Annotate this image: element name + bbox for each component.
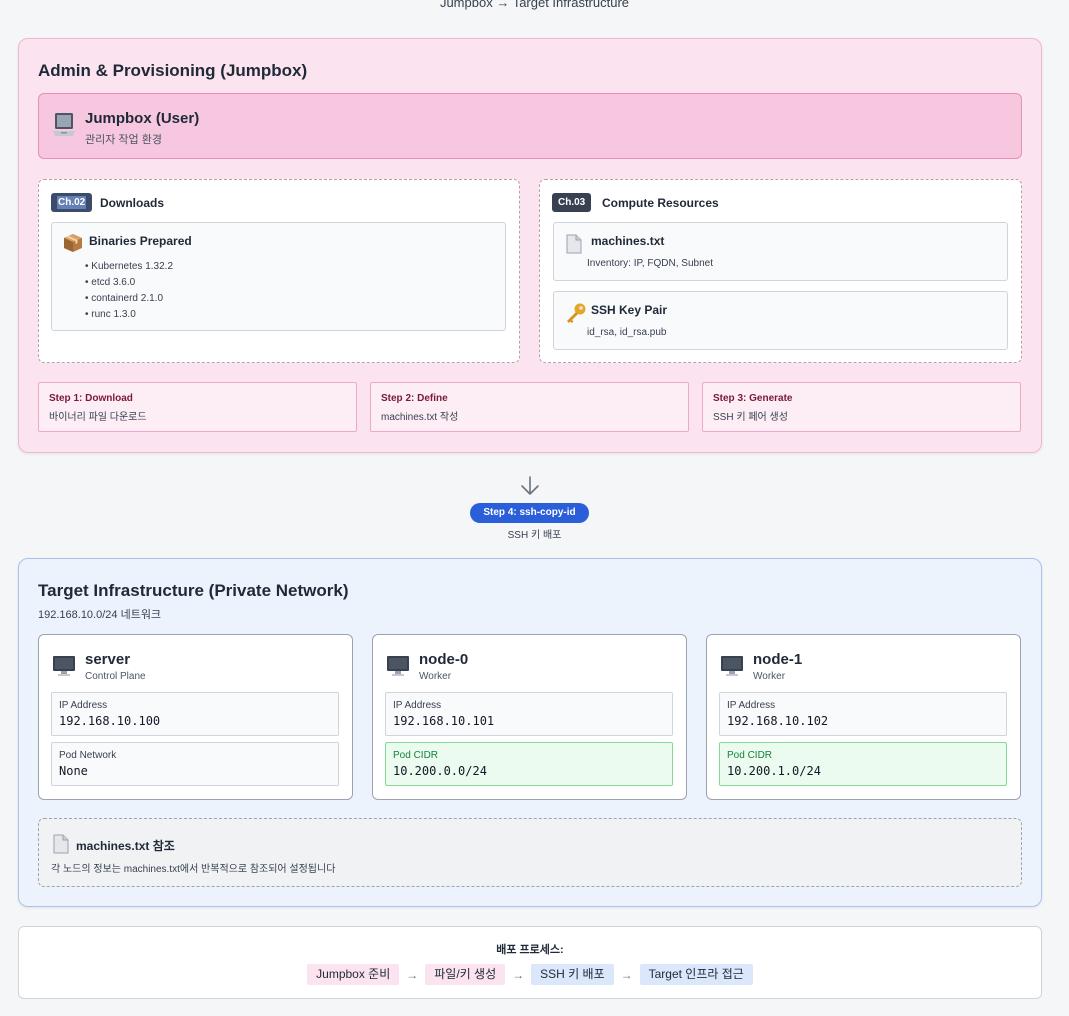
node-card-node-1: node-1 Worker IP Address 192.168.10.102 …: [706, 634, 1021, 800]
key-icon: [565, 302, 587, 329]
step-title: Step 2: Define: [381, 393, 448, 404]
list-item: Kubernetes 1.32.2: [85, 261, 173, 277]
step-subtitle: 바이너리 파일 다운로드: [49, 412, 147, 423]
jumpbox-title: Jumpbox (User): [85, 110, 200, 127]
step-generate: Step 3: Generate SSH 키 페어 생성: [702, 382, 1021, 432]
machines-reference-note: machines.txt 참조 각 노드의 정보는 machines.txt에서…: [38, 818, 1022, 887]
ssh-key-title: SSH Key Pair: [591, 303, 668, 317]
ip-address-field: IP Address 192.168.10.102: [719, 692, 1007, 736]
process-step-chip: 파일/키 생성: [425, 964, 506, 985]
ssh-key-subtitle: id_rsa, id_rsa.pub: [587, 327, 667, 338]
node-name: node-0: [419, 651, 469, 668]
list-item: containerd 2.1.0: [85, 293, 173, 309]
node-role: Control Plane: [85, 671, 146, 682]
compute-box: Ch.03 Compute Resources machines.txt Inv…: [539, 179, 1022, 363]
arrow-down-icon: [519, 475, 541, 502]
chapter-badge: Ch.03: [552, 193, 592, 212]
monitor-icon: [386, 655, 410, 682]
admin-section-title: Admin & Provisioning (Jumpbox): [38, 61, 308, 80]
binaries-card: Binaries Prepared Kubernetes 1.32.2 etcd…: [51, 222, 506, 331]
arrow-right-icon: →: [512, 967, 525, 982]
target-section-title: Target Infrastructure (Private Network): [38, 581, 349, 600]
ssh-copy-id-badge: Step 4: ssh-copy-id: [470, 503, 589, 523]
field-label: Pod Network: [59, 750, 117, 761]
step-title: Step 1: Download: [49, 393, 133, 404]
field-value: 10.200.1.0/24: [727, 764, 821, 778]
node-role: Worker: [753, 671, 786, 682]
binaries-title: Binaries Prepared: [89, 234, 192, 248]
step-subtitle: SSH 키 페어 생성: [713, 412, 788, 423]
document-icon: [565, 234, 583, 259]
process-step-chip: Jumpbox 준비: [307, 964, 400, 985]
field-value: 192.168.10.101: [393, 714, 495, 728]
pod-network-field: Pod Network None: [51, 742, 339, 786]
monitor-icon: [720, 655, 744, 682]
node-card-node-0: node-0 Worker IP Address 192.168.10.101 …: [372, 634, 687, 800]
field-label: Pod CIDR: [727, 750, 773, 761]
package-icon: [63, 233, 83, 258]
field-label: Pod CIDR: [393, 750, 439, 761]
process-title: 배포 프로세스:: [496, 944, 564, 956]
field-value: 192.168.10.102: [727, 714, 829, 728]
arrow-right-icon: →: [620, 967, 633, 982]
ip-address-field: IP Address 192.168.10.100: [51, 692, 339, 736]
downloads-title: Downloads: [100, 196, 165, 210]
field-label: IP Address: [393, 700, 442, 711]
monitor-icon: [52, 655, 76, 682]
laptop-icon: [52, 112, 76, 143]
admin-section: Admin & Provisioning (Jumpbox) Jumpbox (…: [18, 38, 1042, 453]
node-name: node-1: [753, 651, 803, 668]
document-icon: [52, 834, 70, 859]
field-label: IP Address: [59, 700, 108, 711]
field-label: IP Address: [727, 700, 776, 711]
ssh-key-card: SSH Key Pair id_rsa, id_rsa.pub: [553, 291, 1008, 350]
machines-title: machines.txt: [591, 234, 665, 248]
list-item: etcd 3.6.0: [85, 277, 173, 293]
step-title: Step 3: Generate: [713, 393, 793, 404]
step-define: Step 2: Define machines.txt 작성: [370, 382, 689, 432]
arrow-right-icon: →: [406, 967, 419, 982]
pod-cidr-field: Pod CIDR 10.200.1.0/24: [719, 742, 1007, 786]
field-value: 192.168.10.100: [59, 714, 161, 728]
node-name: server: [85, 651, 131, 668]
jumpbox-card: Jumpbox (User) 관리자 작업 환경: [38, 93, 1022, 159]
chapter-badge: Ch.02: [51, 193, 93, 212]
diagram-title: Jumpbox → Target Infrastructure: [439, 0, 630, 10]
ip-address-field: IP Address 192.168.10.101: [385, 692, 673, 736]
field-value: None: [59, 764, 88, 778]
ssh-copy-id-subtitle: SSH 키 배포: [507, 530, 562, 541]
list-item: runc 1.3.0: [85, 309, 173, 325]
compute-title: Compute Resources: [602, 196, 719, 210]
node-card-server: server Control Plane IP Address 192.168.…: [38, 634, 353, 800]
binaries-list: Kubernetes 1.32.2 etcd 3.6.0 containerd …: [85, 261, 173, 325]
machines-subtitle: Inventory: IP, FQDN, Subnet: [587, 258, 713, 269]
field-value: 10.200.0.0/24: [393, 764, 487, 778]
process-step-chip: Target 인프라 접근: [639, 964, 753, 985]
pod-cidr-field: Pod CIDR 10.200.0.0/24: [385, 742, 673, 786]
process-flow: Jumpbox 준비 → 파일/키 생성 → SSH 키 배포 → Target…: [19, 964, 1041, 985]
step-subtitle: machines.txt 작성: [381, 412, 459, 423]
jumpbox-subtitle: 관리자 작업 환경: [85, 134, 162, 146]
network-subtitle: 192.168.10.0/24 네트워크: [38, 609, 162, 621]
node-role: Worker: [419, 671, 452, 682]
target-section: Target Infrastructure (Private Network) …: [18, 558, 1042, 907]
downloads-box: Ch.02 Downloads Binaries Prepared Kubern…: [38, 179, 520, 363]
reference-subtitle: 각 노드의 정보는 machines.txt에서 반복적으로 참조되어 설정됩니…: [51, 864, 336, 875]
process-summary: 배포 프로세스: Jumpbox 준비 → 파일/키 생성 → SSH 키 배포…: [18, 926, 1042, 999]
reference-title: machines.txt 참조: [76, 839, 175, 853]
process-step-chip: SSH 키 배포: [531, 964, 614, 985]
machines-card: machines.txt Inventory: IP, FQDN, Subnet: [553, 222, 1008, 281]
step-download: Step 1: Download 바이너리 파일 다운로드: [38, 382, 357, 432]
